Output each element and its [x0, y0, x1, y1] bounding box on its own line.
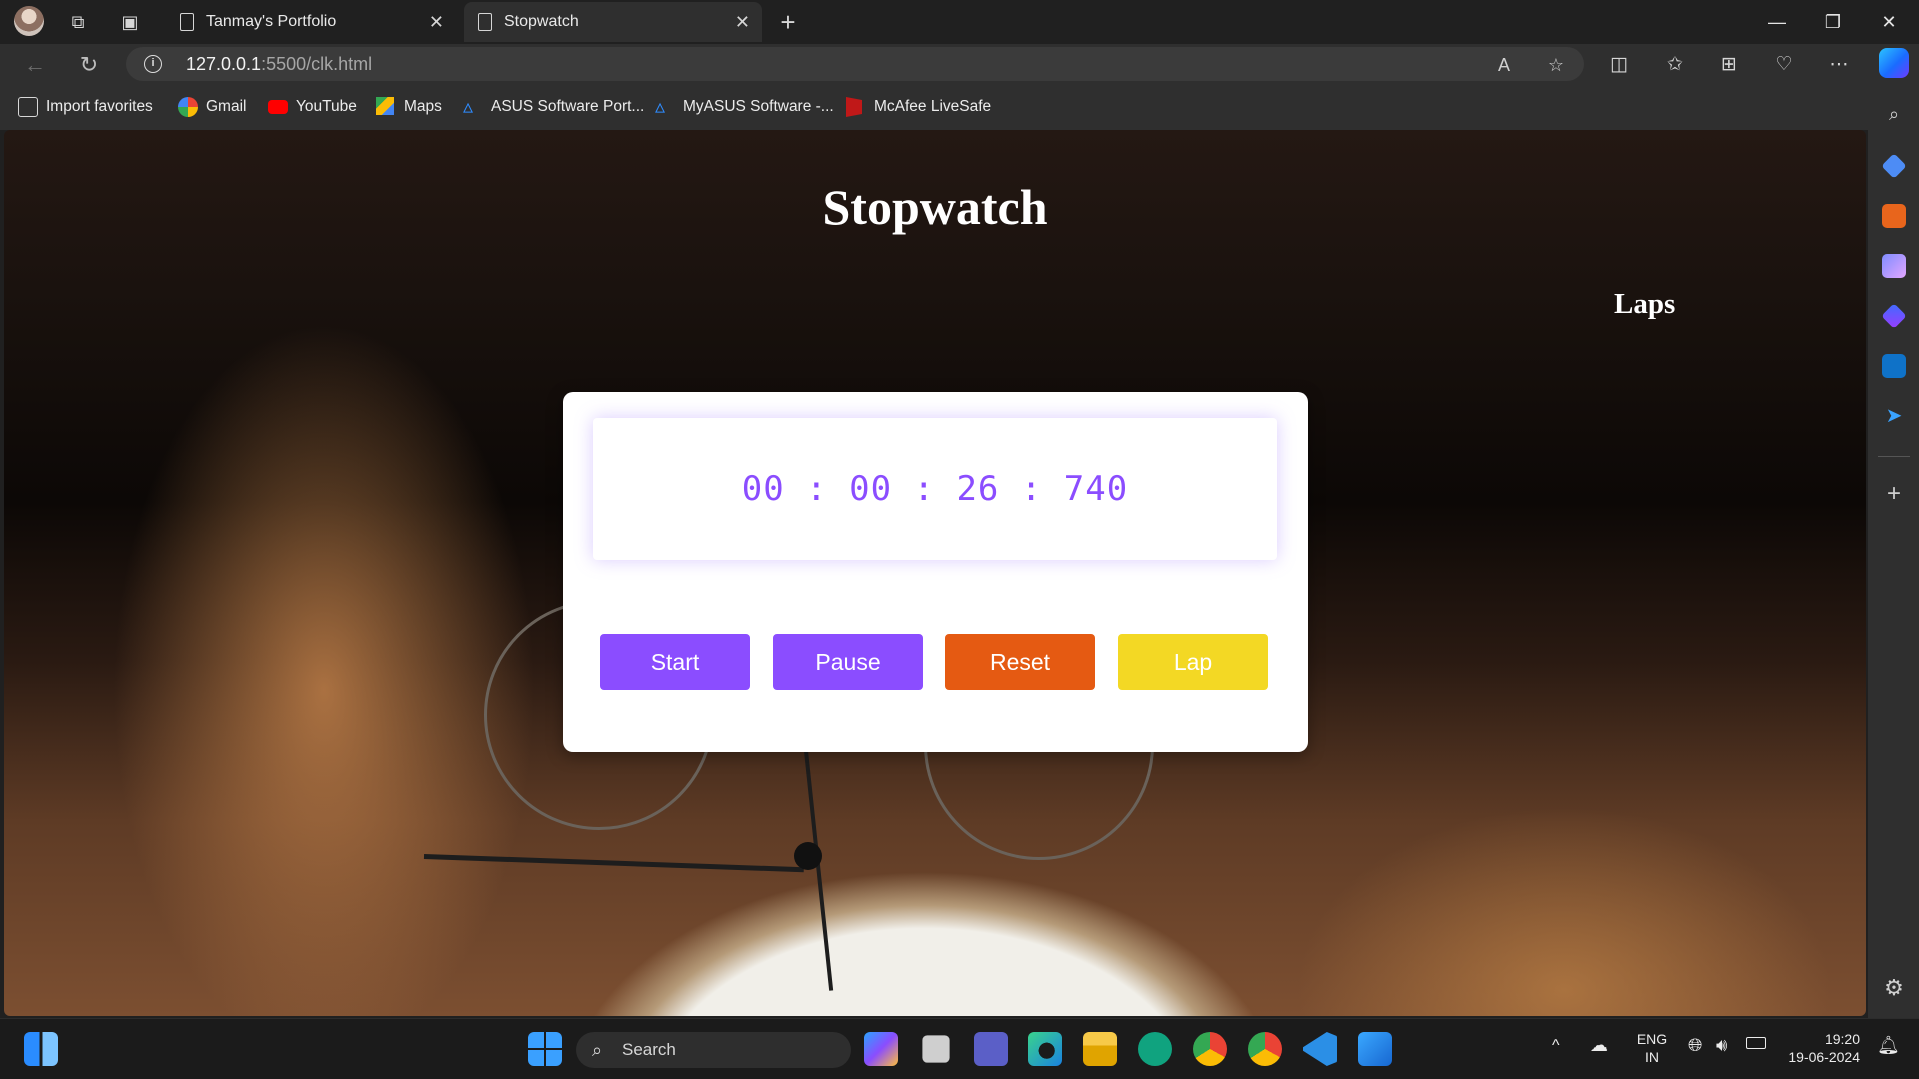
copilot-taskbar-icon[interactable] [864, 1032, 898, 1066]
close-window-button[interactable]: ✕ [1866, 4, 1912, 40]
google-icon [178, 97, 198, 117]
refresh-icon[interactable]: ↻ [74, 50, 104, 80]
elapsed-time: 00 : 00 : 26 : 740 [741, 469, 1129, 509]
outlook-icon[interactable] [1882, 354, 1906, 378]
tab-portfolio[interactable]: Tanmay's Portfolio ✕ [166, 2, 456, 42]
send-icon[interactable]: ➤ [1882, 404, 1906, 428]
watch-hand [423, 854, 804, 873]
workspaces-icon[interactable]: ⧉ [66, 10, 90, 34]
split-screen-icon[interactable]: ◫ [1606, 52, 1632, 78]
read-aloud-icon[interactable]: A [1492, 53, 1516, 77]
widgets-icon[interactable] [24, 1032, 58, 1066]
browser-toolbar: ← ↻ i 127.0.0.1:5500/clk.html A ☆ ◫ ✩ ⊞ … [0, 44, 1919, 84]
chrome-profile-icon[interactable] [1248, 1032, 1282, 1066]
url-text[interactable]: 127.0.0.1:5500/clk.html [186, 47, 372, 81]
browser-essentials-icon[interactable]: ♡ [1771, 52, 1797, 78]
search-icon[interactable]: ⌕ [1882, 102, 1906, 126]
vertical-tabs-icon[interactable]: ▣ [118, 10, 142, 34]
tab-stopwatch[interactable]: Stopwatch ✕ [464, 2, 762, 42]
tools-icon[interactable] [1882, 204, 1906, 228]
maps-icon [376, 97, 394, 115]
task-view-icon[interactable] [922, 1035, 950, 1063]
info-icon[interactable]: i [144, 55, 162, 73]
import-icon [18, 97, 38, 117]
watch-center-pin [794, 842, 822, 870]
close-icon[interactable]: ✕ [735, 2, 750, 42]
sidebar-divider [1878, 456, 1910, 457]
more-menu-icon[interactable]: ⋯ [1826, 52, 1852, 78]
page-icon [180, 13, 194, 31]
youtube-icon [268, 100, 288, 114]
teams-icon[interactable] [974, 1032, 1008, 1066]
photos-icon[interactable] [1358, 1032, 1392, 1066]
show-hidden-icons-chevron-icon[interactable]: ^ [1552, 1037, 1560, 1055]
new-tab-button[interactable]: + [776, 9, 800, 35]
copilot-icon[interactable] [1879, 48, 1909, 78]
language-indicator[interactable]: ENG IN [1632, 1030, 1672, 1066]
restore-button[interactable]: ❐ [1810, 4, 1856, 40]
games-icon[interactable] [1882, 254, 1906, 278]
tab-title: Tanmay's Portfolio [206, 13, 337, 30]
favorites-bar: Import favorites Gmail YouTube Maps ▵ AS… [0, 84, 1919, 130]
windows-start-icon[interactable] [528, 1032, 562, 1066]
page-icon [478, 13, 492, 31]
pause-button[interactable]: Pause [773, 634, 923, 690]
chrome-icon[interactable] [1193, 1032, 1227, 1066]
lap-button[interactable]: Lap [1118, 634, 1268, 690]
close-icon[interactable]: ✕ [429, 2, 444, 42]
asus-icon: ▵ [463, 96, 474, 118]
volume-icon[interactable]: 🔊︎ [1716, 1035, 1727, 1056]
edge-sidebar: ⌕ ➤ + ⚙ [1868, 84, 1919, 1018]
favorites-icon[interactable]: ✩ [1662, 52, 1688, 78]
favorite-star-icon[interactable]: ☆ [1544, 53, 1568, 77]
asus-icon: ▵ [655, 96, 666, 118]
stopwatch-card: 00 : 00 : 26 : 740 Start Pause Reset Lap [563, 392, 1308, 752]
search-icon: ⌕ [592, 1040, 603, 1060]
shopping-tag-icon[interactable] [1881, 153, 1907, 179]
time-display: 00 : 00 : 26 : 740 [593, 418, 1277, 560]
vscode-icon[interactable] [1303, 1032, 1337, 1066]
notification-bell-icon[interactable]: 🔔︎ [1877, 1035, 1900, 1056]
start-button[interactable]: Start [600, 634, 750, 690]
onedrive-cloud-icon[interactable]: ☁ [1590, 1035, 1608, 1056]
network-globe-icon[interactable]: 🌐︎ [1688, 1035, 1702, 1056]
battery-icon[interactable] [1746, 1037, 1766, 1049]
page-viewport: Stopwatch Laps 00 : 00 : 26 : 740 Start … [4, 130, 1866, 1016]
add-icon[interactable]: + [1882, 482, 1906, 506]
mcafee-icon [846, 97, 862, 117]
file-explorer-icon[interactable] [1083, 1032, 1117, 1066]
profile-avatar[interactable] [14, 6, 44, 36]
taskbar-search[interactable]: ⌕ Search [576, 1032, 851, 1068]
browser-titlebar: ⧉ ▣ Tanmay's Portfolio ✕ Stopwatch ✕ + —… [0, 0, 1919, 44]
page-title: Stopwatch [822, 179, 1048, 235]
taskbar-clock[interactable]: 19:20 19-06-2024 [1780, 1030, 1860, 1066]
tab-title: Stopwatch [504, 13, 579, 30]
reset-button[interactable]: Reset [945, 634, 1095, 690]
copilot-app-icon[interactable] [1881, 303, 1907, 329]
minimize-button[interactable]: — [1754, 4, 1800, 40]
settings-gear-icon[interactable]: ⚙ [1882, 976, 1906, 1000]
laps-heading: Laps [1614, 288, 1676, 320]
chatgpt-icon[interactable] [1138, 1032, 1172, 1066]
address-bar[interactable]: i 127.0.0.1:5500/clk.html A ☆ [126, 47, 1584, 81]
collections-icon[interactable]: ⊞ [1716, 52, 1742, 78]
edge-icon[interactable] [1028, 1032, 1062, 1066]
back-arrow-icon[interactable]: ← [20, 50, 50, 80]
windows-taskbar: ⌕ Search ^ ☁ ENG IN 🌐︎ 🔊︎ 19:20 19-06-20… [0, 1018, 1919, 1079]
